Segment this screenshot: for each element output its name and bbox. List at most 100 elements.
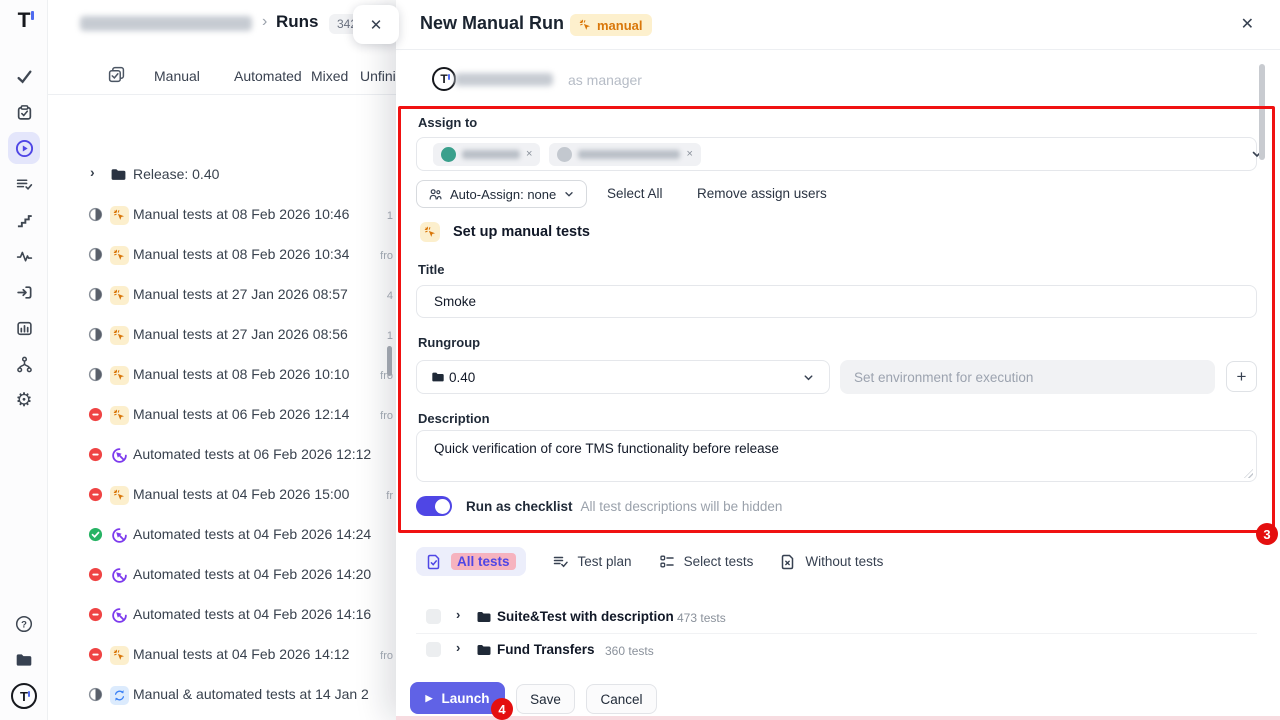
tab-without-tests[interactable]: Without tests: [780, 554, 883, 570]
cancel-button[interactable]: Cancel: [586, 684, 657, 714]
folder-icon: [431, 370, 445, 384]
environment-input[interactable]: Set environment for execution: [840, 360, 1215, 394]
assignee-chip[interactable]: ×: [549, 143, 700, 166]
run-list-item[interactable]: Manual & automated tests at 14 Jan 2: [48, 675, 396, 715]
assignee-avatar: [441, 147, 456, 162]
auto-assign-dropdown[interactable]: Auto-Assign: none: [416, 180, 587, 208]
svg-text:?: ?: [21, 619, 27, 630]
run-list-item[interactable]: Manual tests at 27 Jan 2026 08:574: [48, 275, 396, 315]
assign-to-multiselect[interactable]: × ×: [416, 137, 1257, 171]
add-environment-button[interactable]: +: [1226, 361, 1257, 392]
title-input[interactable]: Smoke: [416, 285, 1257, 318]
run-trailing-text: fro: [380, 250, 393, 262]
save-button[interactable]: Save: [516, 684, 575, 714]
chip-remove-icon[interactable]: ×: [686, 148, 692, 160]
suite-checkbox[interactable]: [426, 642, 441, 657]
breadcrumb-runs[interactable]: Runs: [276, 12, 319, 32]
resize-handle-icon[interactable]: [1244, 469, 1253, 478]
list-check-icon: [553, 554, 569, 570]
play-circle-icon[interactable]: [8, 132, 40, 164]
run-list-item[interactable]: Manual tests at 08 Feb 2026 10:10fro: [48, 355, 396, 395]
close-icon[interactable]: ✕: [1241, 14, 1254, 34]
new-manual-run-drawer: New Manual Run manual ✕ T as manager Ass…: [396, 0, 1280, 720]
run-label: Manual tests at 27 Jan 2026 08:57: [133, 286, 348, 302]
run-as-checklist-toggle[interactable]: [416, 496, 452, 516]
run-label: Automated tests at 04 Feb 2026 14:24: [133, 526, 371, 542]
run-folder-row[interactable]: › Release: 0.40: [48, 155, 396, 195]
suite-row[interactable]: › Suite&Test with description 473 tests: [396, 601, 1256, 633]
run-label: Automated tests at 04 Feb 2026 14:16: [133, 606, 371, 622]
clipboard-check-icon[interactable]: [10, 98, 38, 126]
run-label: Manual tests at 27 Jan 2026 08:56: [133, 326, 348, 342]
run-list-item[interactable]: Manual tests at 27 Jan 2026 08:561: [48, 315, 396, 355]
play-icon: ▶: [426, 693, 433, 704]
tab-mixed[interactable]: Mixed: [311, 68, 348, 84]
branch-icon[interactable]: [10, 350, 38, 378]
list-scrollbar-thumb[interactable]: [387, 346, 392, 376]
remove-assign-users-button[interactable]: Remove assign users: [697, 186, 827, 201]
suite-checkbox[interactable]: [426, 609, 441, 624]
run-list-item[interactable]: Manual tests at 08 Feb 2026 10:461: [48, 195, 396, 235]
bar-chart-icon[interactable]: [10, 314, 38, 342]
run-list-item[interactable]: Manual tests at 04 Feb 2026 15:00fr: [48, 475, 396, 515]
run-list-item[interactable]: Automated tests at 04 Feb 2026 14:16: [48, 595, 396, 635]
user-avatar[interactable]: T: [10, 682, 38, 710]
assignee-chip[interactable]: ×: [433, 143, 540, 166]
tab-all-tests[interactable]: All tests: [416, 547, 526, 576]
status-in-progress-icon: [88, 327, 103, 342]
tab-select-tests[interactable]: Select tests: [659, 554, 754, 570]
select-all-icon[interactable]: [108, 66, 125, 83]
chevron-right-icon[interactable]: ›: [90, 164, 95, 180]
app-logo[interactable]: T: [0, 10, 48, 31]
run-list-item[interactable]: Automated tests at 06 Feb 2026 12:12: [48, 435, 396, 475]
chevron-right-icon[interactable]: ›: [456, 640, 460, 655]
check-icon[interactable]: [10, 62, 38, 90]
automated-run-icon: [110, 446, 129, 465]
manual-run-icon: [110, 246, 129, 265]
description-textarea[interactable]: Quick verification of core TMS functiona…: [416, 430, 1257, 482]
manager-avatar: T: [432, 67, 456, 91]
gear-icon[interactable]: ⚙: [10, 386, 38, 414]
stairs-icon[interactable]: [10, 206, 38, 234]
status-in-progress-icon: [88, 247, 103, 262]
run-label: Manual tests at 08 Feb 2026 10:10: [133, 366, 349, 382]
chevron-right-icon[interactable]: ›: [456, 607, 460, 622]
run-list-item[interactable]: Manual tests at 04 Feb 2026 14:12fro: [48, 635, 396, 675]
tab-test-plan[interactable]: Test plan: [553, 554, 632, 570]
tab-manual[interactable]: Manual: [154, 68, 200, 84]
tab-automated[interactable]: Automated: [234, 68, 302, 84]
suite-name: Fund Transfers: [497, 642, 595, 657]
status-failed-icon: [88, 567, 103, 582]
help-icon[interactable]: ?: [10, 610, 38, 638]
setup-heading: Set up manual tests: [420, 222, 590, 242]
annotation-step-3: 3: [1256, 523, 1278, 545]
status-passed-icon: [88, 527, 103, 542]
automated-run-icon: [110, 526, 129, 545]
drawer-title: New Manual Run: [420, 13, 564, 34]
list-check-icon[interactable]: [10, 170, 38, 198]
folder-icon[interactable]: [10, 646, 38, 674]
run-list-item[interactable]: Automated tests at 04 Feb 2026 14:20: [48, 555, 396, 595]
breadcrumb-project-redacted[interactable]: [80, 16, 252, 31]
suite-row[interactable]: › Fund Transfers 360 tests: [396, 634, 1256, 666]
chip-remove-icon[interactable]: ×: [526, 148, 532, 160]
drawer-scrollbar-thumb[interactable]: [1259, 64, 1265, 160]
auto-assign-label: Auto-Assign: none: [450, 187, 556, 202]
rungroup-select[interactable]: 0.40: [416, 360, 830, 394]
run-list-item[interactable]: Manual tests at 06 Feb 2026 12:14fro: [48, 395, 396, 435]
pulse-icon[interactable]: [10, 242, 38, 270]
run-label: Manual tests at 08 Feb 2026 10:46: [133, 206, 349, 222]
drawer-edge-close-button[interactable]: ✕: [353, 5, 399, 44]
run-list-item[interactable]: Manual tests at 08 Feb 2026 10:34fro: [48, 235, 396, 275]
run-label: Manual tests at 06 Feb 2026 12:14: [133, 406, 349, 422]
run-trailing-text: fr: [386, 490, 393, 502]
checklist-icon: [659, 554, 675, 570]
import-box-icon[interactable]: [10, 278, 38, 306]
manual-run-icon: [110, 206, 129, 225]
run-list-item[interactable]: Automated tests at 04 Feb 2026 14:24: [48, 515, 396, 555]
folder-icon: [110, 166, 127, 183]
select-all-button[interactable]: Select All: [607, 186, 663, 201]
manager-name-redacted: [455, 73, 553, 86]
rungroup-label: Rungroup: [418, 335, 480, 350]
checklist-toggle-row: Run as checklist All test descriptions w…: [416, 496, 782, 516]
